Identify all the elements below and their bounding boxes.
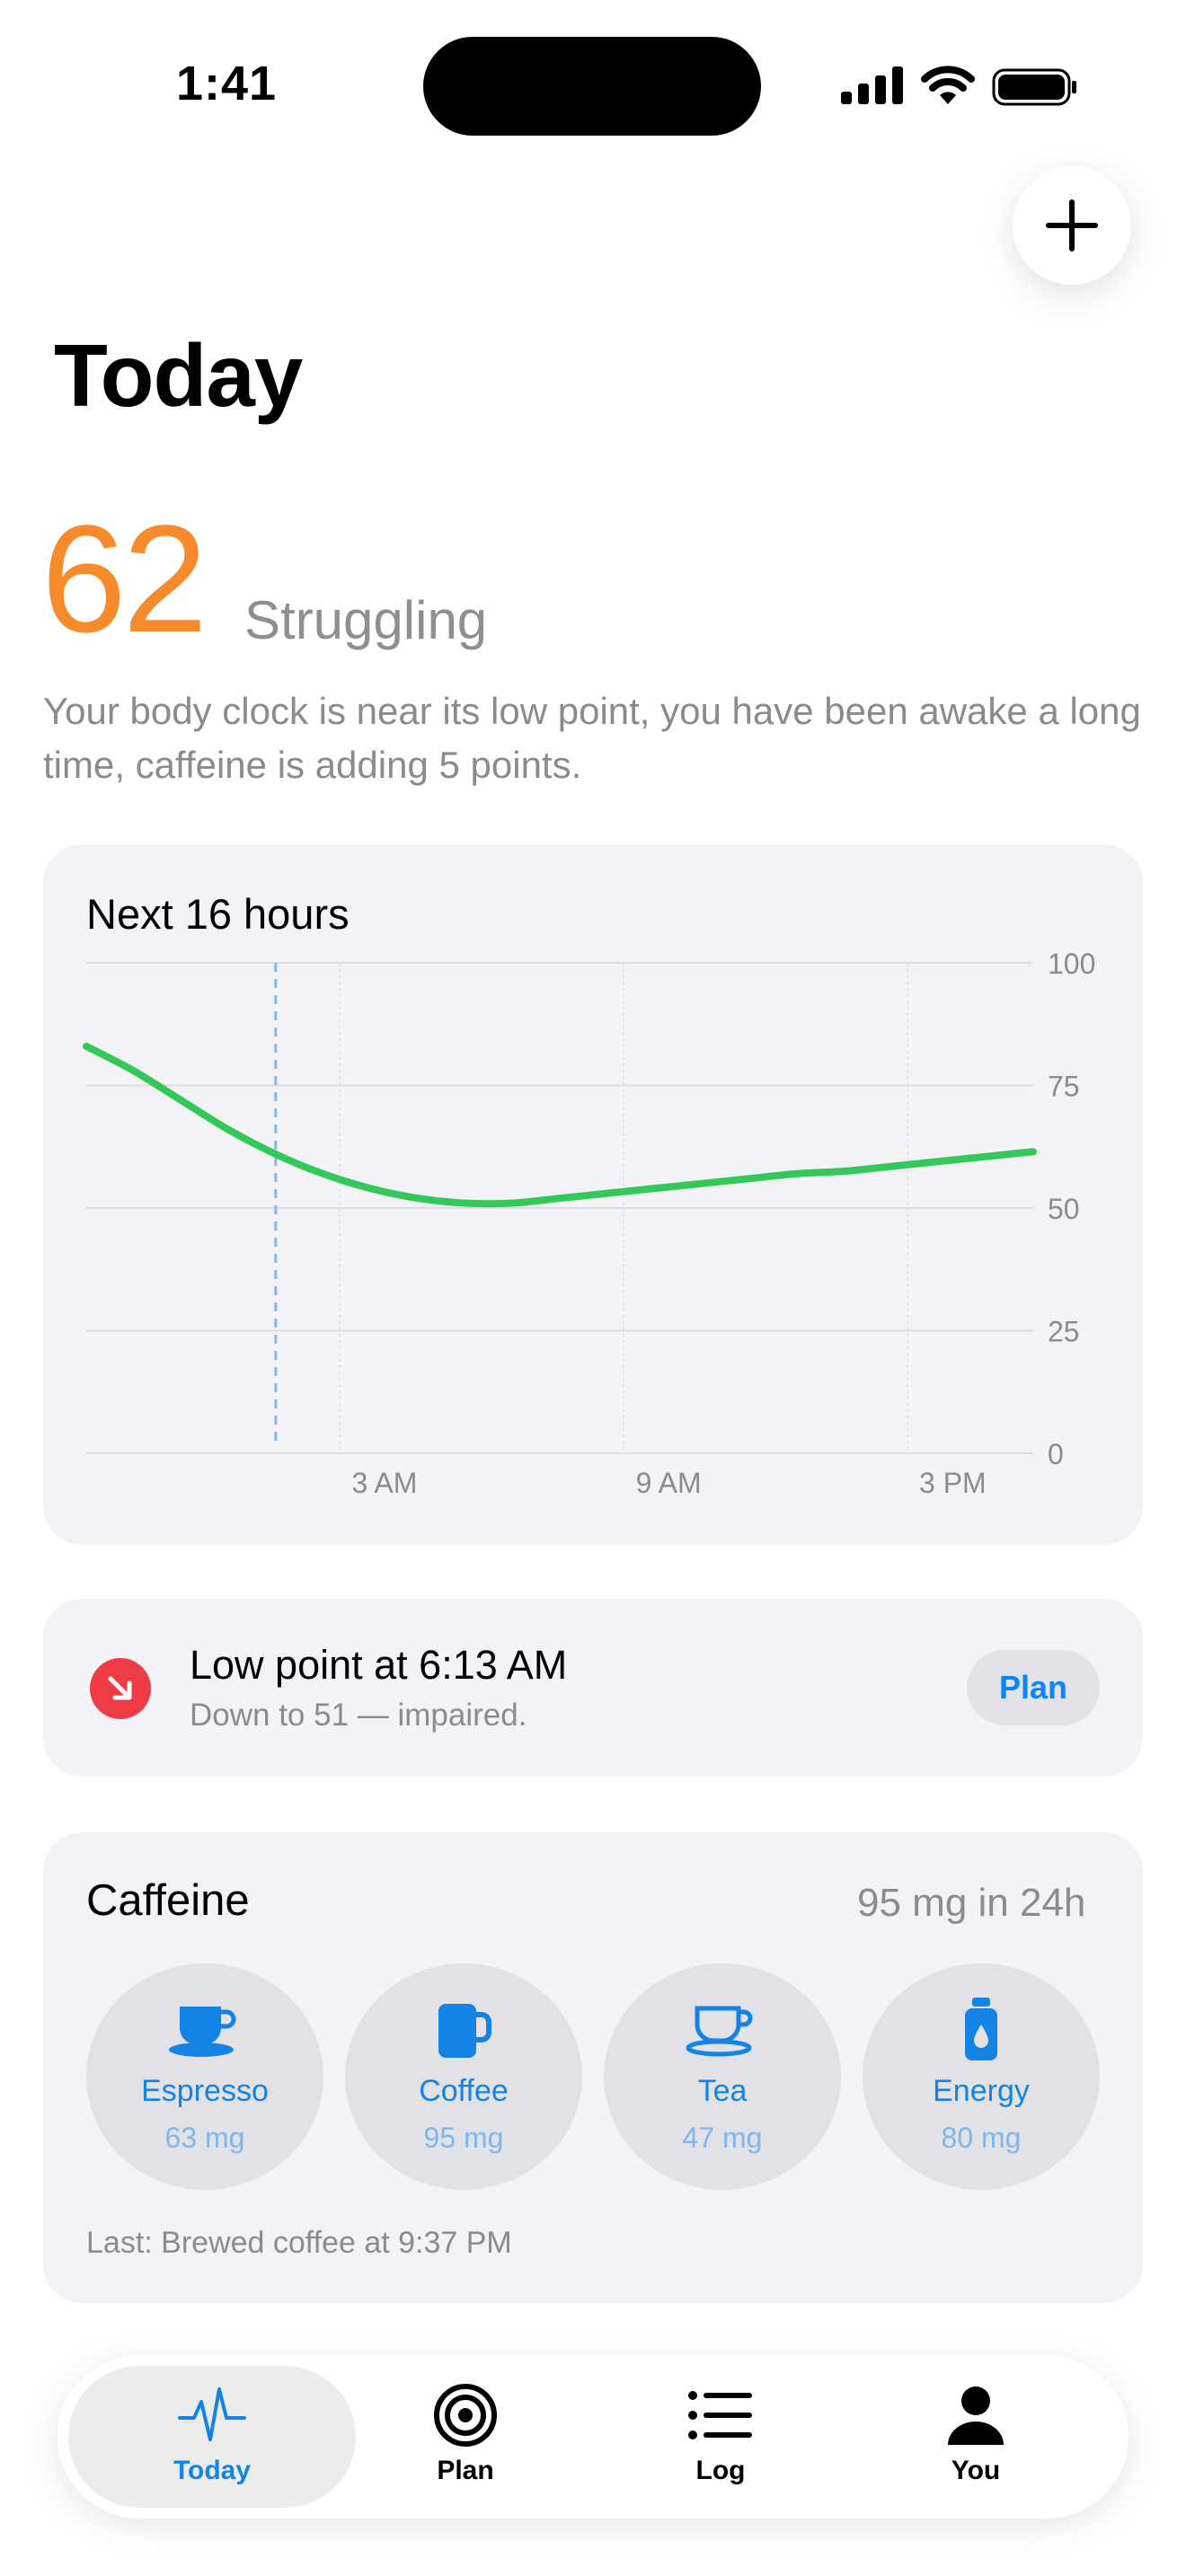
tab-plan[interactable]: Plan: [340, 2384, 591, 2486]
waveform-icon: [178, 2384, 246, 2447]
drink-energy-button[interactable]: Energy 80 mg: [863, 1963, 1100, 2190]
series-line: [83, 1042, 1037, 1208]
coffee-mug-icon: [435, 1998, 492, 2061]
drink-coffee-button[interactable]: Coffee 95 mg: [345, 1963, 582, 2190]
tab-today[interactable]: Today: [86, 2384, 338, 2486]
drink-espresso-button[interactable]: Espresso 63 mg: [86, 1963, 323, 2190]
forecast-chart: 100 75 50 25 0 3 AM 9 AM 3 PM: [83, 948, 1095, 1499]
y-tick-label: 100: [1048, 948, 1095, 980]
person-icon: [946, 2384, 1005, 2447]
y-tick-label: 0: [1048, 1438, 1064, 1470]
target-icon: [433, 2384, 498, 2447]
caffeine-title: Caffeine: [86, 1876, 250, 1925]
tab-you[interactable]: You: [850, 2384, 1102, 2486]
drink-tea-button[interactable]: Tea 47 mg: [604, 1963, 841, 2190]
plan-button[interactable]: Plan: [967, 1650, 1100, 1725]
y-tick-label: 50: [1048, 1193, 1080, 1225]
x-tick-label: 3 PM: [919, 1467, 987, 1499]
tab-log[interactable]: Log: [595, 2384, 846, 2486]
low-point-title: Low point at 6:13 AM: [190, 1642, 568, 1688]
list-icon: [687, 2384, 754, 2447]
y-tick-label: 75: [1048, 1071, 1080, 1103]
trend-down-icon: [90, 1658, 151, 1719]
y-tick-label: 25: [1048, 1316, 1080, 1348]
low-point-subtitle: Down to 51 — impaired.: [190, 1698, 527, 1733]
last-caffeine-entry: Last: Brewed coffee at 9:37 PM: [86, 2226, 512, 2260]
tea-cup-icon: [685, 1998, 760, 2061]
caffeine-total: 95 mg in 24h: [857, 1881, 1086, 1925]
espresso-cup-icon: [167, 1998, 243, 2061]
energy-drink-icon: [963, 1998, 999, 2061]
x-tick-label: 3 AM: [351, 1467, 417, 1499]
x-tick-label: 9 AM: [636, 1467, 702, 1499]
